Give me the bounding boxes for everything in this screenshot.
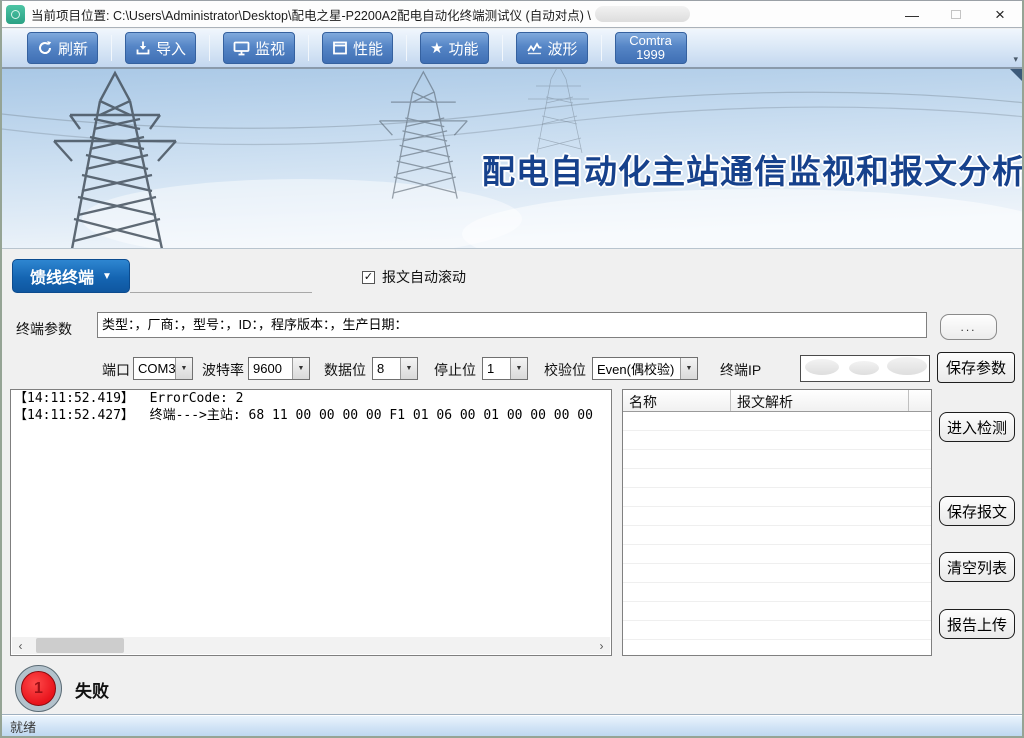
toolbar: 刷新 导入 监视 性能 ★ 功能 波形 Comtra 1999 xyxy=(2,29,1022,69)
parity-select[interactable]: Even(偶校验) ▼ xyxy=(592,357,698,380)
function-button[interactable]: ★ 功能 xyxy=(420,32,488,64)
chevron-down-icon: ▼ xyxy=(400,358,417,379)
redaction-blur xyxy=(805,359,839,375)
scroll-left-icon[interactable]: ‹ xyxy=(12,637,29,654)
databits-label: 数据位 xyxy=(324,360,366,380)
terminal-params-label: 终端参数 xyxy=(16,319,72,339)
app-icon xyxy=(6,5,25,24)
toolbar-separator xyxy=(502,35,503,61)
import-button[interactable]: 导入 xyxy=(125,32,196,64)
banner-title: 配电自动化主站通信监视和报文分析 xyxy=(482,145,1024,193)
databits-select[interactable]: 8 ▼ xyxy=(372,357,418,380)
chevron-down-icon: ▼ xyxy=(680,358,697,379)
toolbar-overflow-icon[interactable]: ▾ xyxy=(1013,54,1018,65)
stopbits-label: 停止位 xyxy=(434,360,476,380)
chevron-down-icon: ▼ xyxy=(175,358,192,379)
tab-feeder-terminal[interactable]: 馈线终端 ▼ xyxy=(12,259,130,293)
chevron-down-icon: ▼ xyxy=(102,271,112,282)
terminal-ip-field[interactable] xyxy=(800,355,930,382)
import-icon xyxy=(135,40,151,56)
app-window: 当前项目位置: C:\Users\Administrator\Desktop\配… xyxy=(0,0,1024,738)
redaction-blur xyxy=(849,361,879,375)
stopbits-select[interactable]: 1 ▼ xyxy=(482,357,528,380)
clear-list-button[interactable]: 清空列表 xyxy=(939,552,1015,582)
toolbar-separator xyxy=(111,35,112,61)
waveform-icon xyxy=(526,40,543,56)
baud-label: 波特率 xyxy=(202,360,244,380)
baud-select[interactable]: 9600 ▼ xyxy=(248,357,310,380)
save-params-button[interactable]: 保存参数 xyxy=(937,352,1015,383)
star-icon: ★ xyxy=(430,41,443,56)
minimize-button[interactable]: — xyxy=(890,1,934,28)
more-button[interactable]: ... xyxy=(940,314,997,340)
column-header-parse[interactable]: 报文解析 xyxy=(731,390,909,411)
status-indicator-number: 1 xyxy=(21,671,56,706)
enter-detection-button[interactable]: 进入检测 xyxy=(939,412,1015,442)
statusbar: 就绪 xyxy=(2,715,1022,736)
waveform-button[interactable]: 波形 xyxy=(516,32,588,64)
result-status-text: 失败 xyxy=(75,677,109,702)
refresh-icon xyxy=(37,40,53,56)
scroll-right-icon[interactable]: › xyxy=(593,637,610,654)
maximize-button[interactable] xyxy=(934,1,978,28)
chevron-down-icon: ▼ xyxy=(510,358,527,379)
log-line: 【14:11:52.427】 终端--->主站: 68 11 00 00 00 … xyxy=(11,407,611,424)
status-text: 就绪 xyxy=(10,717,36,736)
refresh-button[interactable]: 刷新 xyxy=(27,32,98,64)
window-icon xyxy=(332,40,348,56)
table-body[interactable] xyxy=(623,412,931,655)
toolbar-separator xyxy=(406,35,407,61)
window-title: 当前项目位置: C:\Users\Administrator\Desktop\配… xyxy=(31,5,591,24)
port-select[interactable]: COM3 ▼ xyxy=(133,357,193,380)
terminal-params-field[interactable]: 类型：，厂商：，型号：，ID：，程序版本：，生产日期： xyxy=(97,312,927,338)
banner: 配电自动化主站通信监视和报文分析 xyxy=(2,69,1024,249)
close-button[interactable]: × xyxy=(978,1,1022,28)
log-line: 【14:11:52.419】 ErrorCode: 2 xyxy=(11,390,611,407)
redaction-blur xyxy=(595,6,690,22)
titlebar: 当前项目位置: C:\Users\Administrator\Desktop\配… xyxy=(2,1,1022,28)
message-log[interactable]: 【14:11:52.419】 ErrorCode: 2 【14:11:52.42… xyxy=(10,389,612,656)
comtra-1999-button[interactable]: Comtra 1999 xyxy=(615,32,687,64)
redaction-blur xyxy=(887,357,927,375)
tab-strip-underline xyxy=(130,292,312,293)
auto-scroll-checkbox[interactable]: ✓ xyxy=(362,271,375,284)
auto-scroll-label: 报文自动滚动 xyxy=(382,267,466,287)
toolbar-separator xyxy=(308,35,309,61)
port-label: 端口 xyxy=(102,360,130,380)
save-messages-button[interactable]: 保存报文 xyxy=(939,496,1015,526)
parse-table: 名称 报文解析 xyxy=(622,389,932,656)
monitor-icon xyxy=(233,40,250,56)
toolbar-separator xyxy=(601,35,602,61)
status-indicator: 1 xyxy=(15,665,62,712)
monitor-button[interactable]: 监视 xyxy=(223,32,295,64)
parity-label: 校验位 xyxy=(544,360,586,380)
toolbar-separator xyxy=(209,35,210,61)
scrollbar-thumb[interactable] xyxy=(36,638,124,653)
chevron-down-icon: ▼ xyxy=(292,358,309,379)
upload-report-button[interactable]: 报告上传 xyxy=(939,609,1015,639)
terminal-ip-label: 终端IP xyxy=(720,360,761,380)
table-header: 名称 报文解析 xyxy=(623,390,931,412)
banner-corner-decoration xyxy=(1010,69,1024,85)
column-header-name[interactable]: 名称 xyxy=(623,390,731,411)
column-header-extra[interactable] xyxy=(909,390,931,411)
horizontal-scrollbar[interactable]: ‹ › xyxy=(12,637,610,654)
performance-button[interactable]: 性能 xyxy=(322,32,393,64)
